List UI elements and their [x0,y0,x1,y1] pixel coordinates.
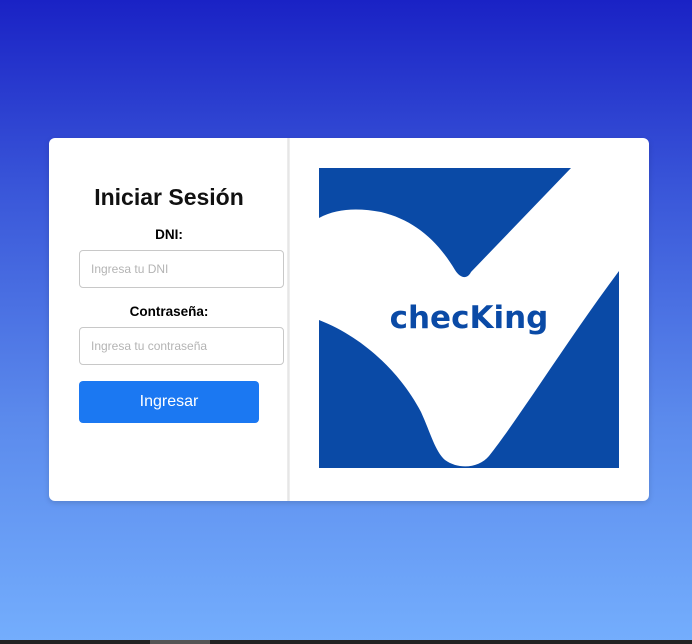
login-card: Iniciar Sesión DNI: Contraseña: Ingresar… [49,138,649,501]
dni-input[interactable] [79,250,284,288]
dni-label: DNI: [155,227,183,242]
page-title: Iniciar Sesión [94,184,244,210]
password-input[interactable] [79,327,284,365]
bottom-scrollbar [0,640,692,644]
scrollbar-thumb[interactable] [150,640,210,644]
password-label: Contraseña: [129,304,209,319]
login-button[interactable]: Ingresar [79,381,259,423]
checking-logo: checKing [319,168,619,468]
checkmark-logo-icon: checKing [319,168,619,468]
panel-divider [287,138,290,501]
login-form: Iniciar Sesión DNI: Contraseña: Ingresar [49,138,287,501]
logo-text: checKing [390,300,549,336]
